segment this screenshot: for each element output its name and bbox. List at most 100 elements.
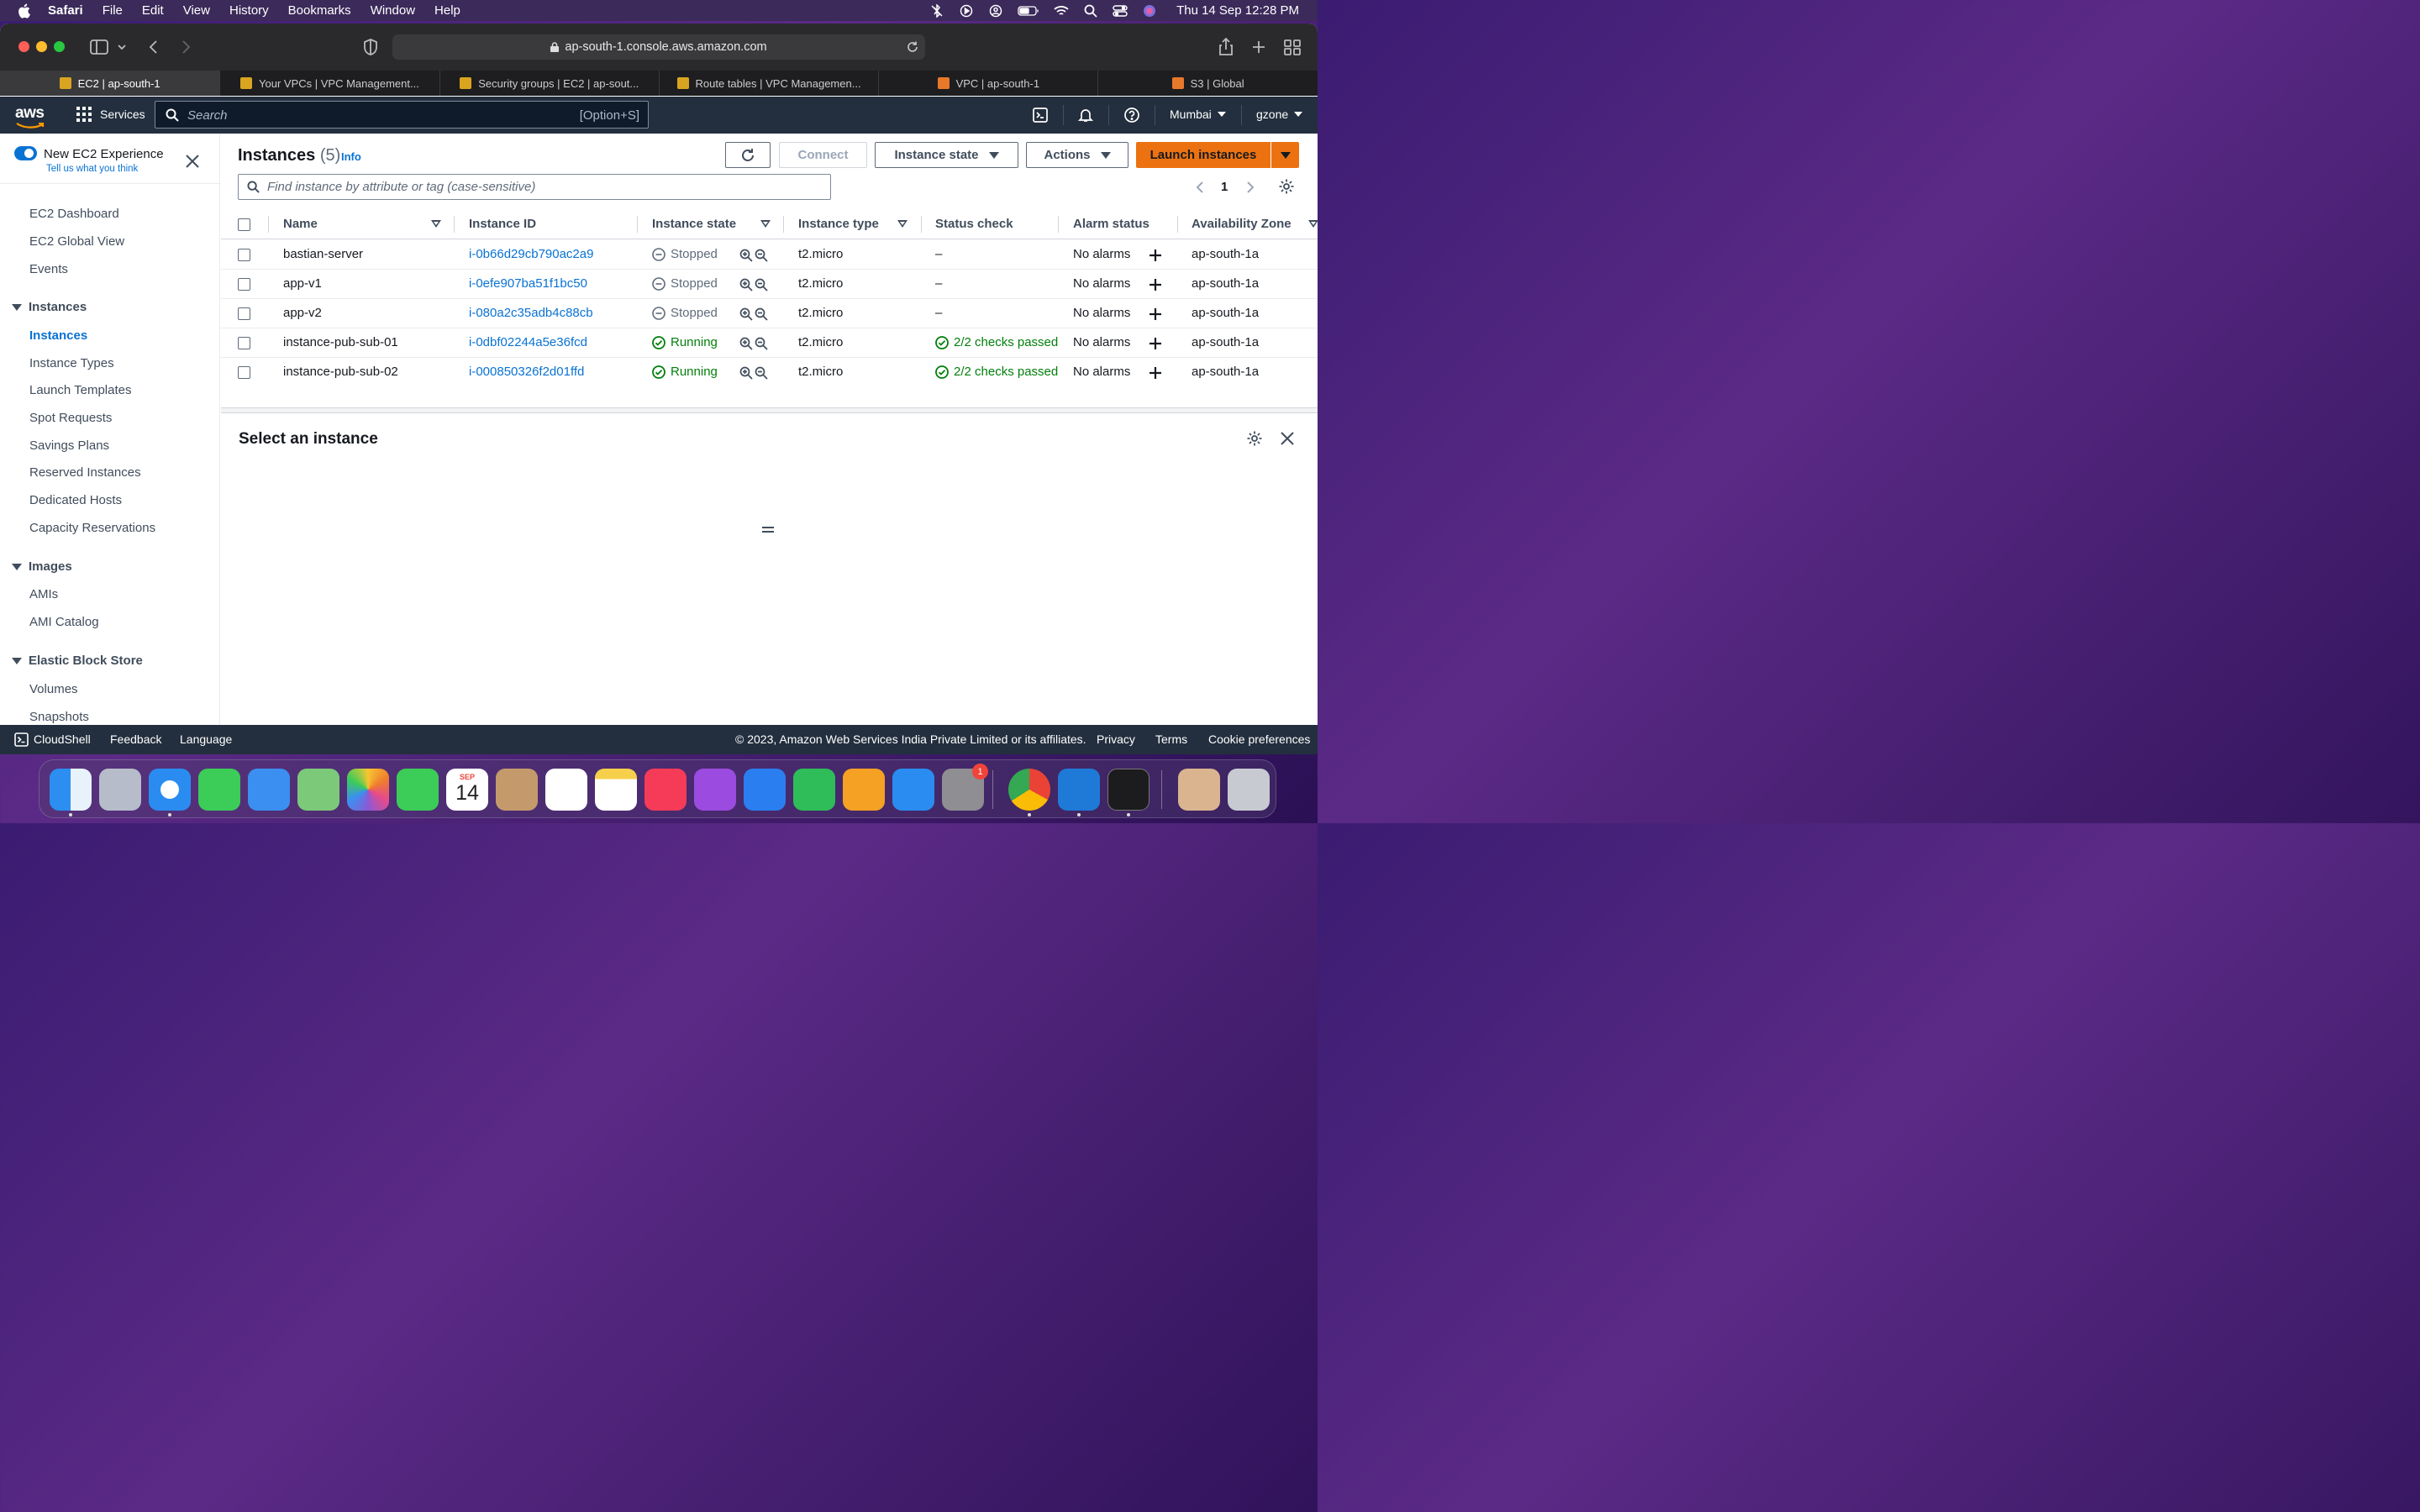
row-checkbox[interactable]	[238, 337, 250, 349]
tab-security-groups[interactable]: Security groups | EC2 | ap-sout...	[439, 71, 659, 96]
reload-icon[interactable]	[906, 40, 919, 54]
tab-route-tables[interactable]: Route tables | VPC Managemen...	[658, 71, 878, 96]
menu-help[interactable]: Help	[434, 3, 460, 18]
table-row[interactable]: app-v2 i-080a2c35adb4c88cb Stopped t2.mi…	[221, 299, 1318, 328]
add-alarm-icon[interactable]	[1148, 307, 1163, 322]
add-alarm-icon[interactable]	[1148, 336, 1163, 351]
bluetooth-off-icon[interactable]	[929, 3, 944, 18]
menu-window[interactable]: Window	[371, 3, 415, 18]
new-tab-icon[interactable]	[1248, 37, 1270, 57]
refresh-button[interactable]	[725, 142, 771, 168]
chevron-left-icon[interactable]	[1194, 181, 1206, 194]
sidebar-section-instances[interactable]: Instances	[12, 300, 87, 314]
add-alarm-icon[interactable]	[1148, 248, 1163, 263]
contacts-icon[interactable]	[496, 769, 538, 811]
vscode-icon[interactable]	[1058, 769, 1100, 811]
zoom-out-icon[interactable]	[755, 278, 768, 291]
apple-icon[interactable]	[17, 3, 31, 18]
sidebar-item-launch-templates[interactable]: Launch Templates	[29, 383, 131, 397]
column-header-name[interactable]: Name	[283, 217, 318, 231]
column-header-availability-zone[interactable]: Availability Zone	[1192, 217, 1292, 231]
archive-icon[interactable]	[1178, 769, 1220, 811]
close-icon[interactable]	[185, 154, 200, 169]
zoom-out-icon[interactable]	[755, 307, 768, 321]
menu-bookmarks[interactable]: Bookmarks	[288, 3, 351, 18]
tab-vpcs[interactable]: Your VPCs | VPC Management...	[219, 71, 439, 96]
row-checkbox[interactable]	[238, 307, 250, 320]
sidebar-item-dedicated-hosts[interactable]: Dedicated Hosts	[29, 493, 122, 507]
sidebar-item-ec2-dashboard[interactable]: EC2 Dashboard	[29, 207, 119, 221]
pages-icon[interactable]	[843, 769, 885, 811]
back-arrow-icon[interactable]	[143, 37, 165, 57]
launch-instances-dropdown[interactable]	[1271, 142, 1299, 168]
feedback-link[interactable]: Tell us what you think	[46, 164, 138, 174]
menubar-clock[interactable]: Thu 14 Sep 12:28 PM	[1176, 3, 1299, 18]
terms-link[interactable]: Terms	[1155, 732, 1187, 746]
safari-icon[interactable]	[149, 769, 191, 811]
trash-icon[interactable]	[1228, 769, 1270, 811]
tab-vpc[interactable]: VPC | ap-south-1	[878, 71, 1097, 96]
sidebar-item-snapshots[interactable]: Snapshots	[29, 710, 89, 724]
panel-resize-handle[interactable]	[762, 527, 774, 533]
column-header-instance-id[interactable]: Instance ID	[469, 217, 536, 231]
cloudshell-icon[interactable]	[1033, 108, 1048, 123]
aws-logo[interactable]: aws	[15, 104, 45, 129]
zoom-in-icon[interactable]	[739, 366, 753, 380]
instance-id-link[interactable]: i-0dbf02244a5e36fcd	[469, 335, 587, 349]
new-experience-toggle[interactable]	[14, 146, 37, 160]
spotlight-search-icon[interactable]	[1083, 4, 1098, 18]
sidebar-item-instance-types[interactable]: Instance Types	[29, 356, 114, 370]
cloudshell-icon[interactable]	[14, 732, 29, 747]
menu-edit[interactable]: Edit	[142, 3, 164, 18]
notes-icon[interactable]	[595, 769, 637, 811]
sidebar-item-savings-plans[interactable]: Savings Plans	[29, 438, 109, 453]
privacy-link[interactable]: Privacy	[1097, 732, 1135, 746]
sidebar-item-reserved-instances[interactable]: Reserved Instances	[29, 465, 141, 480]
region-selector[interactable]: Mumbai	[1170, 108, 1226, 121]
help-icon[interactable]	[1124, 108, 1139, 123]
window-zoom-button[interactable]	[54, 41, 65, 52]
sidebar-item-instances[interactable]: Instances	[29, 328, 87, 343]
table-row[interactable]: instance-pub-sub-02 i-000850326f2d01ffd …	[221, 358, 1318, 387]
instance-filter-input[interactable]: Find instance by attribute or tag (case-…	[238, 174, 831, 200]
aws-search-input[interactable]: Search [Option+S]	[155, 101, 649, 129]
user-circle-icon[interactable]	[988, 4, 1003, 18]
account-menu[interactable]: gzone	[1256, 108, 1303, 121]
sidebar-item-ec2-global-view[interactable]: EC2 Global View	[29, 234, 124, 249]
address-bar[interactable]: ap-south-1.console.aws.amazon.com	[392, 34, 925, 60]
zoom-out-icon[interactable]	[755, 249, 768, 262]
instance-id-link[interactable]: i-0b66d29cb790ac2a9	[469, 247, 593, 261]
sort-icon[interactable]	[760, 220, 771, 228]
table-row[interactable]: instance-pub-sub-01 i-0dbf02244a5e36fcd …	[221, 328, 1318, 358]
chevron-down-icon[interactable]	[114, 37, 129, 57]
podcasts-icon[interactable]	[694, 769, 736, 811]
close-icon[interactable]	[1281, 432, 1294, 445]
row-checkbox[interactable]	[238, 249, 250, 261]
siri-icon[interactable]	[1142, 4, 1157, 18]
gear-icon[interactable]	[1246, 430, 1263, 447]
finder-icon[interactable]	[50, 769, 92, 811]
menu-history[interactable]: History	[229, 3, 269, 18]
terminal-icon[interactable]	[1107, 769, 1150, 811]
launch-instances-button[interactable]: Launch instances	[1136, 142, 1270, 168]
music-icon[interactable]	[644, 769, 687, 811]
instance-id-link[interactable]: i-000850326f2d01ffd	[469, 365, 584, 379]
facetime-icon[interactable]	[397, 769, 439, 811]
instance-state-button[interactable]: Instance state	[875, 142, 1018, 168]
wifi-icon[interactable]	[1054, 4, 1069, 18]
chevron-right-icon[interactable]	[1244, 181, 1256, 194]
launchpad-icon[interactable]	[99, 769, 141, 811]
add-alarm-icon[interactable]	[1148, 365, 1163, 381]
row-checkbox[interactable]	[238, 278, 250, 291]
cloudshell-link[interactable]: CloudShell	[34, 732, 91, 746]
sidebar-item-amis[interactable]: AMIs	[29, 587, 58, 601]
menu-app-safari[interactable]: Safari	[48, 3, 83, 18]
menu-view[interactable]: View	[183, 3, 210, 18]
zoom-in-icon[interactable]	[739, 307, 753, 321]
sidebar-section-images[interactable]: Images	[12, 559, 72, 574]
sidebar-item-spot-requests[interactable]: Spot Requests	[29, 411, 112, 425]
instance-id-link[interactable]: i-0efe907ba51f1bc50	[469, 276, 587, 291]
forward-arrow-icon[interactable]	[175, 37, 197, 57]
zoom-out-icon[interactable]	[755, 337, 768, 350]
table-row[interactable]: app-v1 i-0efe907ba51f1bc50 Stopped t2.mi…	[221, 270, 1318, 299]
